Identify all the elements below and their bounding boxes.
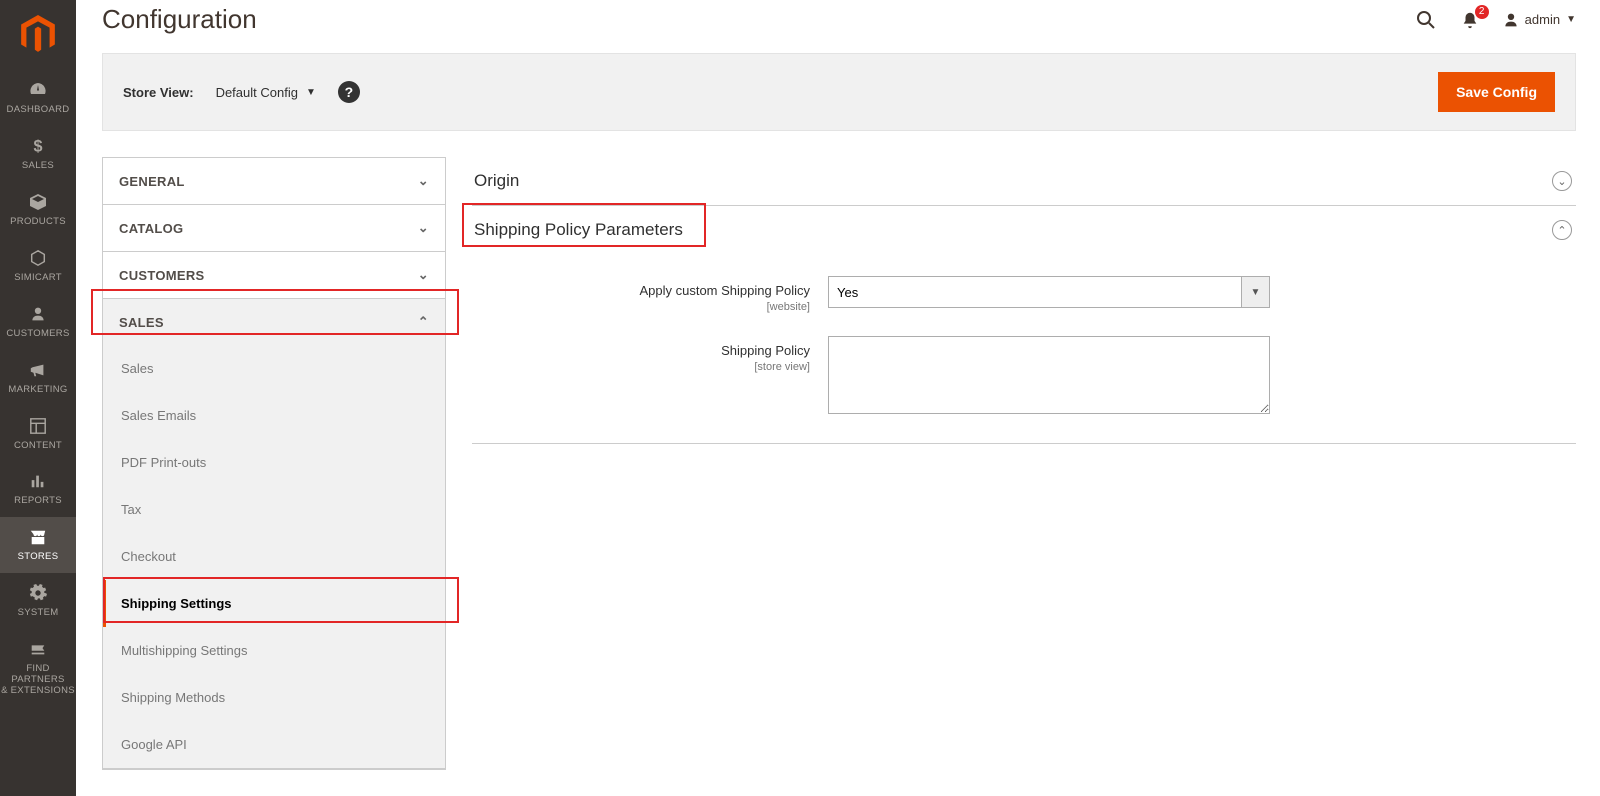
sidenav-simicart[interactable]: SIMICART xyxy=(0,238,76,294)
config-group-sales[interactable]: SALES ⌃ xyxy=(103,299,445,345)
question-icon: ? xyxy=(345,84,354,100)
config-group-customers-label: CUSTOMERS xyxy=(119,268,205,283)
store-view-label: Store View: xyxy=(123,85,194,100)
gauge-icon xyxy=(27,79,49,101)
config-group-catalog-label: CATALOG xyxy=(119,221,183,236)
bar-chart-icon xyxy=(27,470,49,492)
admin-account-menu[interactable]: admin ▼ xyxy=(1503,12,1576,28)
hexagon-icon xyxy=(27,247,49,269)
sidenav-simicart-label: SIMICART xyxy=(14,273,62,284)
sidenav-customers-label: CUSTOMERS xyxy=(6,329,69,340)
section-origin-title: Origin xyxy=(474,171,519,191)
chevron-down-icon: ⌄ xyxy=(418,220,429,236)
expand-icon: ⌄ xyxy=(1552,171,1572,191)
sidenav-reports[interactable]: REPORTS xyxy=(0,461,76,517)
sidenav-partners[interactable]: FIND PARTNERS & EXTENSIONS xyxy=(0,629,76,707)
megaphone-icon xyxy=(27,359,49,381)
sidenav-products[interactable]: PRODUCTS xyxy=(0,182,76,238)
sidenav-products-label: PRODUCTS xyxy=(10,217,66,228)
sidenav-sales[interactable]: $ SALES xyxy=(0,126,76,182)
apply-custom-policy-label: Apply custom Shipping Policy xyxy=(639,283,810,298)
magento-logo[interactable] xyxy=(20,14,56,56)
box-icon xyxy=(27,191,49,213)
caret-down-icon: ▼ xyxy=(1242,276,1270,308)
caret-down-icon: ▼ xyxy=(1566,14,1576,25)
sidenav-stores-label: STORES xyxy=(18,552,59,563)
config-item-pdf-printouts[interactable]: PDF Print-outs xyxy=(103,439,445,486)
sidenav-dashboard[interactable]: DASHBOARD xyxy=(0,70,76,126)
search-button[interactable] xyxy=(1415,9,1437,31)
sidenav-reports-label: REPORTS xyxy=(14,496,62,507)
store-view-select[interactable]: Default Config ▼ xyxy=(216,85,316,100)
layout-icon xyxy=(27,415,49,437)
apply-custom-policy-scope: [website] xyxy=(472,300,810,315)
sidenav-dashboard-label: DASHBOARD xyxy=(7,105,70,116)
person-icon xyxy=(27,303,49,325)
admin-name: admin xyxy=(1525,12,1560,27)
config-item-shipping-settings[interactable]: Shipping Settings xyxy=(103,580,445,627)
dollar-icon: $ xyxy=(27,135,49,157)
sidenav-partners-label: FIND PARTNERS & EXTENSIONS xyxy=(0,664,76,697)
store-icon xyxy=(27,526,49,548)
page-title: Configuration xyxy=(102,4,257,35)
sidenav-system-label: SYSTEM xyxy=(18,608,59,619)
store-view-help[interactable]: ? xyxy=(338,81,360,103)
config-group-catalog[interactable]: CATALOG ⌄ xyxy=(103,205,445,251)
sidenav-system[interactable]: SYSTEM xyxy=(0,573,76,629)
config-item-multishipping[interactable]: Multishipping Settings xyxy=(103,627,445,674)
config-item-sales[interactable]: Sales xyxy=(103,345,445,392)
config-item-checkout[interactable]: Checkout xyxy=(103,533,445,580)
config-item-shipping-methods[interactable]: Shipping Methods xyxy=(103,674,445,721)
sidenav-content[interactable]: CONTENT xyxy=(0,406,76,462)
shipping-policy-label: Shipping Policy xyxy=(721,343,810,358)
sidenav-stores[interactable]: STORES xyxy=(0,517,76,573)
chevron-down-icon: ⌄ xyxy=(418,267,429,283)
sidenav-marketing[interactable]: MARKETING xyxy=(0,350,76,406)
config-group-general-label: GENERAL xyxy=(119,174,185,189)
sidenav-customers[interactable]: CUSTOMERS xyxy=(0,294,76,350)
apply-custom-policy-select[interactable]: Yes xyxy=(828,276,1242,308)
store-view-bar: Store View: Default Config ▼ ? Save Conf… xyxy=(102,53,1576,131)
chevron-down-icon: ⌄ xyxy=(418,173,429,189)
shipping-policy-scope: [store view] xyxy=(472,360,810,375)
user-icon xyxy=(1503,12,1519,28)
config-content: Origin ⌄ Shipping Policy Parameters ⌃ Ap… xyxy=(472,157,1576,444)
store-view-value: Default Config xyxy=(216,85,298,100)
save-config-button[interactable]: Save Config xyxy=(1438,72,1555,112)
config-sales-subitems: Sales Sales Emails PDF Print-outs Tax Ch… xyxy=(103,345,445,768)
config-item-sales-emails[interactable]: Sales Emails xyxy=(103,392,445,439)
admin-sidenav: DASHBOARD $ SALES PRODUCTS SIMICART CUST… xyxy=(0,0,76,796)
config-item-google-api[interactable]: Google API xyxy=(103,721,445,768)
chevron-up-icon: ⌃ xyxy=(418,314,429,330)
notifications-button[interactable]: 2 xyxy=(1459,9,1481,31)
sidenav-marketing-label: MARKETING xyxy=(8,385,67,396)
section-origin-toggle[interactable]: Origin ⌄ xyxy=(472,157,1576,205)
svg-text:$: $ xyxy=(33,137,42,155)
search-icon xyxy=(1416,10,1436,30)
magento-logo-icon xyxy=(21,15,55,55)
config-item-tax[interactable]: Tax xyxy=(103,486,445,533)
config-group-sales-label: SALES xyxy=(119,315,164,330)
sidenav-content-label: CONTENT xyxy=(14,441,62,452)
gear-icon xyxy=(27,582,49,604)
section-shipping-policy-title: Shipping Policy Parameters xyxy=(474,220,683,240)
config-nav: GENERAL ⌄ CATALOG ⌄ CUSTOMERS ⌄ xyxy=(102,157,446,770)
partners-icon xyxy=(27,638,49,660)
sidenav-sales-label: SALES xyxy=(22,161,54,172)
caret-down-icon: ▼ xyxy=(306,87,316,98)
collapse-icon: ⌃ xyxy=(1552,220,1572,240)
config-group-general[interactable]: GENERAL ⌄ xyxy=(103,158,445,204)
shipping-policy-textarea[interactable] xyxy=(828,336,1270,414)
config-group-customers[interactable]: CUSTOMERS ⌄ xyxy=(103,252,445,298)
notifications-badge: 2 xyxy=(1475,5,1489,19)
section-shipping-policy-toggle[interactable]: Shipping Policy Parameters ⌃ xyxy=(472,206,1576,254)
